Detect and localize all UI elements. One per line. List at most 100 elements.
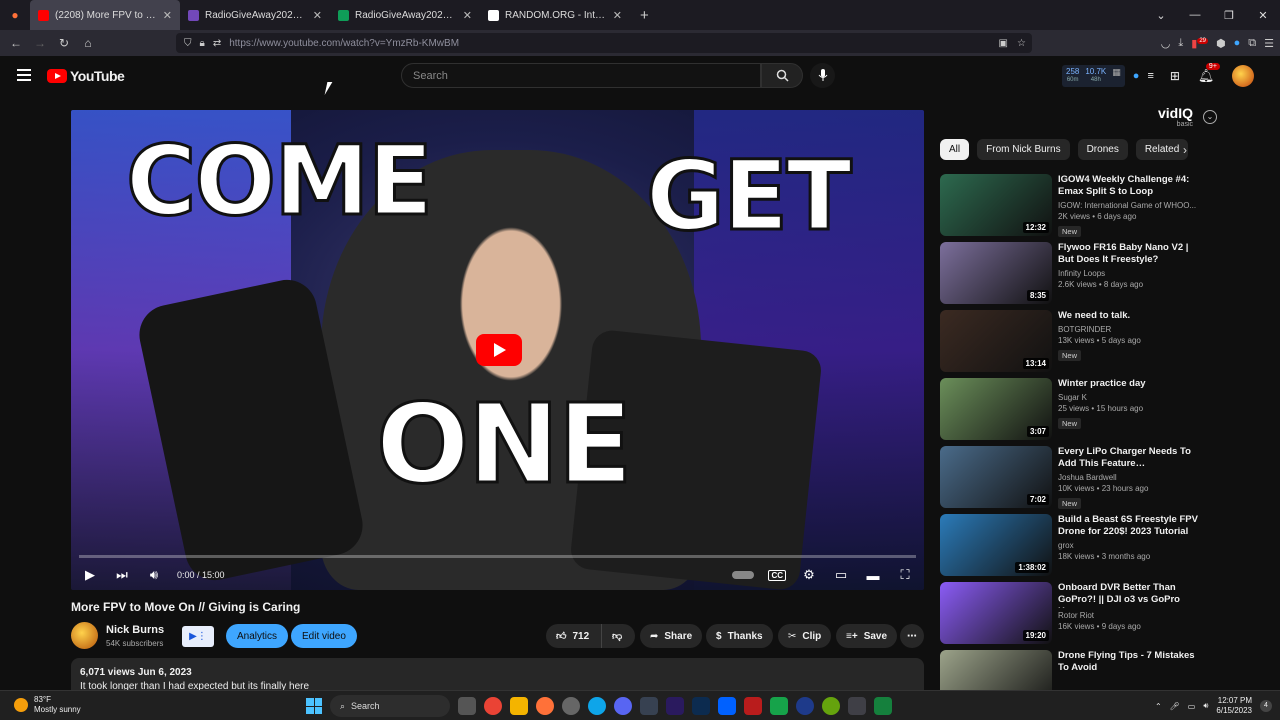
premiere-icon[interactable] [666, 697, 684, 715]
app-icon[interactable] [874, 697, 892, 715]
video-thumbnail[interactable]: 12:32 [940, 174, 1052, 236]
shield-icon[interactable]: ⛉ [184, 38, 192, 49]
home-icon[interactable]: ⌂ [76, 36, 100, 50]
back-icon[interactable]: ← [4, 36, 28, 50]
save-button[interactable]: ≡+ Save [836, 624, 898, 648]
theater-mode-icon[interactable]: ▬ [864, 568, 882, 583]
large-play-button[interactable] [476, 334, 522, 366]
file-explorer-icon[interactable] [510, 697, 528, 715]
vidiq-panel-logo[interactable]: vidIQ basic [1158, 106, 1193, 131]
search-input[interactable]: Search [401, 63, 761, 88]
close-tab-icon[interactable]: ✕ [463, 9, 472, 22]
chevron-up-icon[interactable]: ⌃ [1155, 702, 1162, 711]
edit-video-button[interactable]: Edit video [291, 624, 357, 648]
screenshot-icon[interactable]: ▣ [999, 38, 1008, 49]
more-actions-button[interactable]: ⋯ [900, 624, 924, 648]
list-menu-icon[interactable]: ≡ [1147, 70, 1153, 82]
recommended-video[interactable]: 7:02 Every LiPo Charger Needs To Add This… [940, 446, 1200, 514]
clip-button[interactable]: ✂ Clip [778, 624, 832, 648]
close-tab-icon[interactable]: ✕ [613, 9, 622, 22]
windows-start-icon[interactable] [306, 698, 322, 714]
settings-taskbar-icon[interactable] [562, 697, 580, 715]
speaker-icon[interactable]: 🔊︎ [1203, 701, 1208, 711]
photoshop-icon[interactable] [692, 697, 710, 715]
recommended-video[interactable]: 3:07 Winter practice day Sugar K 25 views •… [940, 378, 1200, 446]
weather-widget[interactable]: 83°F Mostly sunny [14, 695, 81, 715]
video-title[interactable]: IGOW4 Weekly Challenge #4: Emax Split S … [1058, 174, 1198, 198]
app-icon[interactable] [822, 697, 840, 715]
next-icon[interactable]: ⏭ [113, 567, 131, 583]
captions-icon[interactable]: CC [768, 569, 786, 581]
privacy-extension-icon[interactable]: ⬢ [1216, 37, 1226, 50]
taskbar-search[interactable]: ⌕ Search [330, 695, 450, 717]
vidiq-chart-icon[interactable]: ▦ [1112, 67, 1121, 85]
miniplayer-icon[interactable]: ▭ [832, 567, 850, 583]
lock-icon[interactable]: 🔒︎ [200, 38, 205, 49]
minimize-button[interactable]: — [1178, 9, 1212, 21]
fullscreen-icon[interactable]: ⛶ [896, 567, 914, 583]
chevron-down-icon[interactable]: ⌄ [1203, 110, 1217, 124]
volume-icon[interactable]: 🔊︎ [145, 567, 163, 583]
video-title[interactable]: Onboard DVR Better Than GoPro?! || DJI o… [1058, 582, 1198, 608]
extension-badge-icon[interactable]: ▮ 29 [1191, 37, 1208, 50]
recommended-video[interactable]: 13:14 We need to talk. BOTGRINDER 13K views… [940, 310, 1200, 378]
autoplay-toggle[interactable] [732, 571, 755, 579]
video-channel[interactable]: grox [1058, 541, 1198, 550]
menu-icon[interactable]: ☰ [1264, 37, 1274, 50]
chip-from-channel[interactable]: From Nick Burns [977, 139, 1070, 160]
url-bar[interactable]: ⛉ 🔒︎ ⇄ https://www.youtube.com/watch?v=Y… [176, 33, 1032, 53]
channel-avatar[interactable] [71, 622, 98, 649]
dropbox-icon[interactable] [718, 697, 736, 715]
video-channel[interactable]: Joshua Bardwell [1058, 473, 1198, 482]
video-thumbnail[interactable]: 13:14 [940, 310, 1052, 372]
create-video-icon[interactable]: ⊞ [1170, 69, 1180, 83]
reload-icon[interactable]: ↻ [52, 36, 76, 50]
vidiq-button[interactable]: ▶⋮ [182, 626, 214, 647]
app-icon[interactable] [848, 697, 866, 715]
channel-name[interactable]: Nick Burns [106, 624, 164, 636]
clock[interactable]: 12:07 PM 6/15/2023 [1216, 696, 1252, 716]
video-player[interactable]: COME GET ONE ▶ ⏭ 🔊︎ 0:00 / 15:00 CC ⚙ ▭ … [71, 110, 924, 590]
account-avatar[interactable] [1231, 65, 1254, 87]
recommended-video[interactable]: 12:32 IGOW4 Weekly Challenge #4: Emax Spl… [940, 174, 1200, 242]
browser-tab-sheets[interactable]: RadioGiveAway2023 - Google S ✕ [330, 0, 480, 30]
bookmark-star-icon[interactable]: ☆ [1017, 38, 1026, 49]
video-channel[interactable]: Sugar K [1058, 393, 1198, 402]
youtube-logo[interactable]: YouTube [47, 68, 125, 84]
app-icon[interactable] [796, 697, 814, 715]
close-window-button[interactable]: ✕ [1246, 9, 1280, 22]
recommended-video[interactable]: 8:35 Flywoo FR16 Baby Nano V2 | But Does … [940, 242, 1200, 310]
video-channel[interactable]: BOTGRINDER [1058, 325, 1198, 334]
chrome-icon[interactable] [484, 697, 502, 715]
chip-drones[interactable]: Drones [1077, 139, 1128, 160]
browser-tab-youtube[interactable]: (2208) More FPV to Move On // ✕ [30, 0, 180, 30]
recommended-video[interactable]: 1:38:02 Build a Beast 6S Freestyle FPV Dr… [940, 514, 1200, 582]
firefox-taskbar-icon[interactable] [536, 697, 554, 715]
discord-icon[interactable] [614, 697, 632, 715]
play-icon[interactable]: ▶ [81, 567, 99, 583]
notifications-bell-icon[interactable]: 🔔︎ 9+ [1198, 63, 1220, 85]
menu-hamburger-icon[interactable] [17, 69, 31, 81]
chip-related[interactable]: Related [1135, 139, 1189, 160]
notification-center-badge[interactable]: 4 [1260, 700, 1272, 712]
video-thumbnail[interactable]: 3:07 [940, 378, 1052, 440]
video-thumbnail[interactable]: 19:20 [940, 582, 1052, 644]
progress-bar[interactable] [79, 555, 916, 558]
vidiq-realtime-stats[interactable]: 258 60m 10.7K 48h ▦ [1062, 65, 1125, 87]
share-button[interactable]: ➦ Share [640, 624, 703, 648]
vidiq-logo-icon[interactable]: ● [1133, 70, 1140, 82]
thanks-button[interactable]: $ Thanks [706, 624, 773, 648]
close-tab-icon[interactable]: ✕ [313, 9, 322, 22]
extensions-icon[interactable]: ⧉ [1248, 37, 1256, 50]
downloads-icon[interactable]: ⤓ [1178, 37, 1183, 50]
app-icon[interactable] [744, 697, 762, 715]
tab-list-icon[interactable]: ⌄ [1144, 9, 1178, 22]
browser-tab-forms[interactable]: RadioGiveAway2023 - Google F ✕ [180, 0, 330, 30]
video-channel[interactable]: IGOW: International Game of WHOO... [1058, 201, 1198, 210]
close-tab-icon[interactable]: ✕ [163, 9, 172, 22]
browser-tab-random[interactable]: RANDOM.ORG - Integer Genera ✕ [480, 0, 630, 30]
forward-icon[interactable]: → [28, 36, 52, 50]
video-title[interactable]: We need to talk. [1058, 310, 1198, 322]
new-tab-button[interactable]: + [630, 7, 659, 24]
maximize-button[interactable]: ❐ [1212, 9, 1246, 22]
